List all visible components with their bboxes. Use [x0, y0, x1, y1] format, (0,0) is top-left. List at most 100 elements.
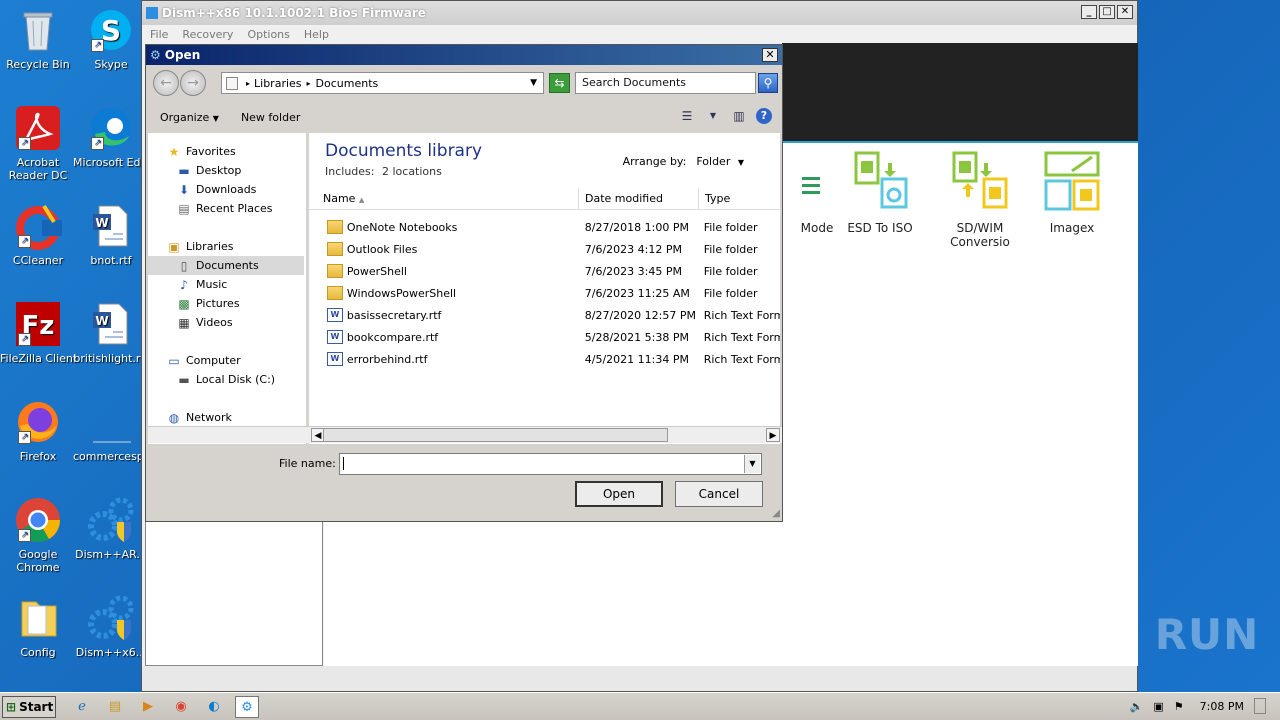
tool-label: ESD To ISO [847, 221, 913, 235]
preview-pane-icon[interactable]: ▥ [730, 107, 748, 125]
tool-swm-wim-conversion[interactable]: SD/WIM Conversio [930, 149, 1030, 249]
tool-label: Mode [800, 221, 834, 235]
search-button[interactable]: ⚲ [758, 73, 778, 93]
taskbar-chrome-icon[interactable]: ◉ [169, 696, 193, 718]
desktop-icon-skype[interactable]: S ↗ Skype [73, 6, 149, 71]
refresh-button[interactable]: ⇆ [549, 73, 570, 93]
svg-text:W: W [95, 314, 108, 328]
network-tray-icon[interactable]: ▣ [1153, 700, 1163, 713]
tool-label: Imagex [1049, 221, 1095, 235]
taskbar-ie-icon[interactable]: ℯ [70, 696, 94, 718]
dialog-close-button[interactable]: ✕ [762, 48, 778, 62]
scroll-right-button[interactable]: ▶ [766, 428, 780, 442]
clock[interactable]: 7:08 PM [1200, 700, 1244, 713]
breadcrumb-documents[interactable]: Documents [316, 77, 379, 90]
desktop-icon-acrobat[interactable]: ↗ Acrobat Reader DC [0, 104, 76, 182]
back-button[interactable]: ← [153, 70, 179, 96]
file-type: Rich Text Forma [703, 330, 780, 344]
arrange-by-dropdown[interactable]: Folder ▼ [696, 155, 744, 168]
scroll-thumb[interactable] [323, 428, 668, 442]
organize-label: Organize [160, 110, 210, 124]
new-folder-button[interactable]: New folder [241, 111, 300, 124]
view-details-icon[interactable]: ☰ [678, 107, 696, 125]
includes-link[interactable]: 2 locations [382, 165, 442, 178]
tool-esd-to-iso[interactable]: ESD To ISO [830, 149, 930, 235]
menu-recovery[interactable]: Recovery [182, 28, 233, 41]
desktop-icon-dism-x6[interactable]: Dism++x6... [73, 594, 149, 659]
search-input[interactable]: Search Documents [575, 72, 756, 94]
nav-computer[interactable]: ▭ Computer [166, 351, 322, 370]
desktop-icon-recycle-bin[interactable]: Recycle Bin [0, 6, 76, 71]
menu-file[interactable]: File [150, 28, 168, 41]
cancel-button[interactable]: Cancel [675, 481, 763, 507]
start-label: Start [19, 699, 54, 714]
organize-menu[interactable]: Organize ▼ [160, 111, 219, 124]
desktop-icon-firefox[interactable]: ↗ Firefox [0, 398, 76, 463]
tool-imagex[interactable]: Imagex [1022, 149, 1122, 235]
file-name-dropdown-button[interactable]: ▼ [744, 455, 760, 473]
file-name: PowerShell [346, 264, 407, 278]
skype-icon: S ↗ [87, 6, 135, 54]
shortcut-arrow-icon: ↗ [18, 431, 31, 444]
desktop-icon-britishlight[interactable]: W britishlight.rtf [73, 300, 149, 365]
folder-icon [327, 286, 343, 300]
column-name[interactable]: Name ▲ [309, 188, 579, 210]
dialog-title-bar[interactable]: ⚙ Open [146, 45, 782, 65]
show-desktop-button[interactable] [1254, 698, 1266, 714]
taskbar-dism-icon[interactable]: ⚙ [235, 695, 259, 718]
forward-button[interactable]: → [180, 70, 206, 96]
address-dropdown-icon[interactable]: ▼ [530, 78, 537, 88]
chrome-icon: ↗ [14, 496, 62, 544]
file-row[interactable]: OneNote Notebooks 8/27/2018 1:00 PM File f… [309, 216, 780, 238]
nav-libraries[interactable]: ▣ Libraries [166, 237, 322, 256]
main-menu-bar: File Recovery Options Help [142, 25, 1137, 43]
file-row[interactable]: PowerShell 7/6/2023 3:45 PM File folder [309, 260, 780, 282]
column-date-modified[interactable]: Date modified [579, 188, 699, 210]
desktop-icon-chrome[interactable]: ↗ Google Chrome [0, 496, 76, 574]
taskbar-edge-icon[interactable]: ◐ [202, 696, 226, 718]
start-button[interactable]: ⊞ Start [2, 695, 56, 718]
open-file-dialog: ⚙ Open ✕ ← → ▸ Libraries ▸ Documents ▼ ⇆… [145, 44, 783, 522]
system-tray: 🔈 ▣ ⚑ 7:08 PM [1130, 695, 1280, 717]
main-title-bar[interactable]: Dism++x86 10.1.1002.1 Bios Firmware _ □ … [142, 1, 1137, 25]
volume-icon[interactable]: 🔈 [1130, 700, 1144, 713]
desktop-icon-dism-ar[interactable]: Dism++AR... [73, 496, 149, 561]
desktop-icon-filezilla[interactable]: Fz ↗ FileZilla Client [0, 300, 76, 365]
desktop-icon-bnot[interactable]: W bnot.rtf [73, 202, 149, 267]
file-row[interactable]: Wbasissecretary.rtf 8/27/2020 12:57 PM Ric… [309, 304, 780, 326]
resize-grip-icon[interactable]: ◢ [772, 508, 780, 519]
menu-options[interactable]: Options [247, 28, 289, 41]
file-row[interactable]: WindowsPowerShell 7/6/2023 11:25 AM File f… [309, 282, 780, 304]
file-row[interactable]: Wbookcompare.rtf 5/28/2021 5:38 PM Rich Te… [309, 326, 780, 348]
column-type[interactable]: Type [699, 188, 780, 210]
desktop-icon-edge[interactable]: ↗ Microsoft Edge [73, 104, 149, 169]
menu-help[interactable]: Help [304, 28, 329, 41]
nav-network[interactable]: ◍ Network [166, 408, 322, 427]
taskbar-media-player-icon[interactable]: ▶ [136, 696, 160, 718]
maximize-button[interactable]: □ [1099, 5, 1115, 19]
file-row[interactable]: Outlook Files 7/6/2023 4:12 PM File folder [309, 238, 780, 260]
rtf-file-icon: W [327, 352, 343, 366]
file-name-input[interactable]: ▼ [339, 453, 762, 475]
taskbar-explorer-icon[interactable]: ▤ [103, 696, 127, 718]
address-bar[interactable]: ▸ Libraries ▸ Documents ▼ [221, 72, 544, 94]
flag-icon[interactable]: ⚑ [1174, 700, 1184, 713]
file-name: errorbehind.rtf [346, 352, 428, 366]
close-button[interactable]: ✕ [1117, 5, 1133, 19]
desktop-icon-commercesp[interactable]: commercesp... [73, 398, 149, 463]
desktop-icon-config[interactable]: Config [0, 594, 76, 659]
chevron-down-icon: ▼ [737, 158, 744, 167]
library-icon [226, 76, 238, 90]
shortcut-arrow-icon: ↗ [91, 39, 104, 52]
view-dropdown-icon[interactable]: ▼ [704, 107, 722, 125]
file-row[interactable]: Werrorbehind.rtf 4/5/2021 11:34 PM Rich Te… [309, 348, 780, 370]
horizontal-scrollbar[interactable]: ◀ ▶ [148, 426, 782, 443]
nav-documents[interactable]: ▯ Documents [148, 256, 304, 275]
nav-favorites[interactable]: ★ Favorites [166, 142, 322, 161]
minimize-button[interactable]: _ [1081, 5, 1097, 19]
help-button[interactable]: ? [756, 108, 772, 124]
desktop-icon-ccleaner[interactable]: ↗ CCleaner [0, 202, 76, 267]
open-button[interactable]: Open [575, 481, 663, 507]
breadcrumb-libraries[interactable]: Libraries [254, 77, 302, 90]
videos-icon: ▦ [178, 315, 190, 330]
